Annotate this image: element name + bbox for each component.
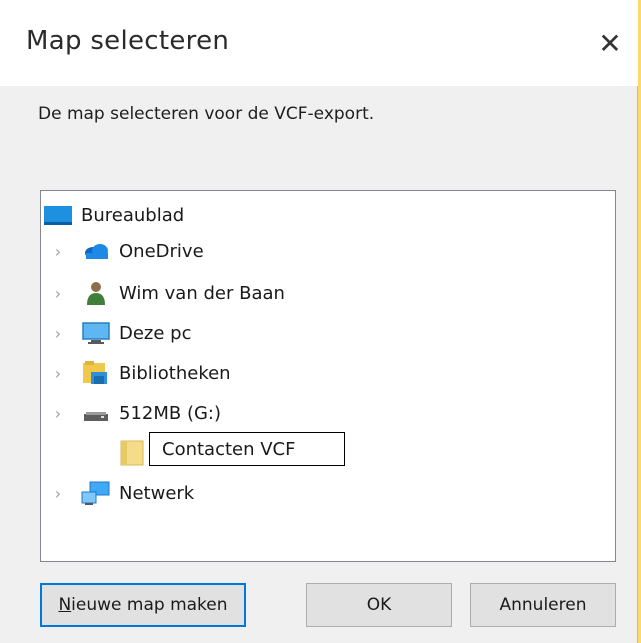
close-icon[interactable]: ✕ xyxy=(592,26,628,62)
tree-item-label: Deze pc xyxy=(119,322,192,344)
chevron-right-icon[interactable]: › xyxy=(51,475,65,511)
folder-icon xyxy=(117,440,147,466)
chevron-right-icon[interactable]: › xyxy=(51,395,65,431)
ok-button[interactable]: OK xyxy=(306,583,452,627)
tree-item-this-pc[interactable]: Deze pc xyxy=(81,315,192,351)
tree-item-label: 512MB (G:) xyxy=(119,402,222,424)
tree-item-user[interactable]: Wim van der Baan xyxy=(81,275,285,311)
tree-item-desktop[interactable]: Bureaublad xyxy=(43,197,184,233)
new-folder-label: ieuwe map maken xyxy=(71,595,228,615)
network-icon xyxy=(81,480,111,506)
tree-item-drive-g[interactable]: 512MB (G:) xyxy=(81,395,221,431)
tree-item-label: OneDrive xyxy=(119,240,204,262)
tree-item-onedrive[interactable]: OneDrive xyxy=(81,233,204,269)
tree-item-label: Bureaublad xyxy=(81,204,185,226)
folder-tree[interactable]: Bureaublad › OneDrive › Wim van der Baan… xyxy=(40,190,616,562)
tree-item-label: Bibliotheken xyxy=(119,362,231,384)
title-bar: Map selecteren ✕ xyxy=(0,0,638,86)
cancel-button[interactable]: Annuleren xyxy=(470,583,616,627)
chevron-right-icon[interactable]: › xyxy=(51,315,65,351)
folder-rename-input[interactable] xyxy=(149,432,345,466)
tree-item-network[interactable]: Netwerk xyxy=(81,475,194,511)
chevron-right-icon[interactable]: › xyxy=(51,355,65,391)
drive-icon xyxy=(81,400,111,426)
tree-item-label: Wim van der Baan xyxy=(119,282,285,304)
this-pc-icon xyxy=(81,320,111,346)
new-folder-mnemonic: N xyxy=(58,595,72,615)
user-icon xyxy=(81,280,111,306)
desktop-icon xyxy=(43,202,73,228)
tree-item-label: Netwerk xyxy=(119,482,195,504)
chevron-right-icon[interactable]: › xyxy=(51,233,65,269)
select-folder-dialog: Map selecteren ✕ De map selecteren voor … xyxy=(0,0,638,643)
libraries-icon xyxy=(81,360,111,386)
dialog-description: De map selecteren voor de VCF-export. xyxy=(38,104,375,124)
new-folder-button[interactable]: Nieuwe map maken xyxy=(40,583,246,627)
tree-item-libraries[interactable]: Bibliotheken xyxy=(81,355,231,391)
dialog-title: Map selecteren xyxy=(26,26,230,56)
chevron-right-icon[interactable]: › xyxy=(51,275,65,311)
onedrive-cloud-icon xyxy=(81,238,111,264)
tree-item-new-folder[interactable] xyxy=(117,435,147,471)
